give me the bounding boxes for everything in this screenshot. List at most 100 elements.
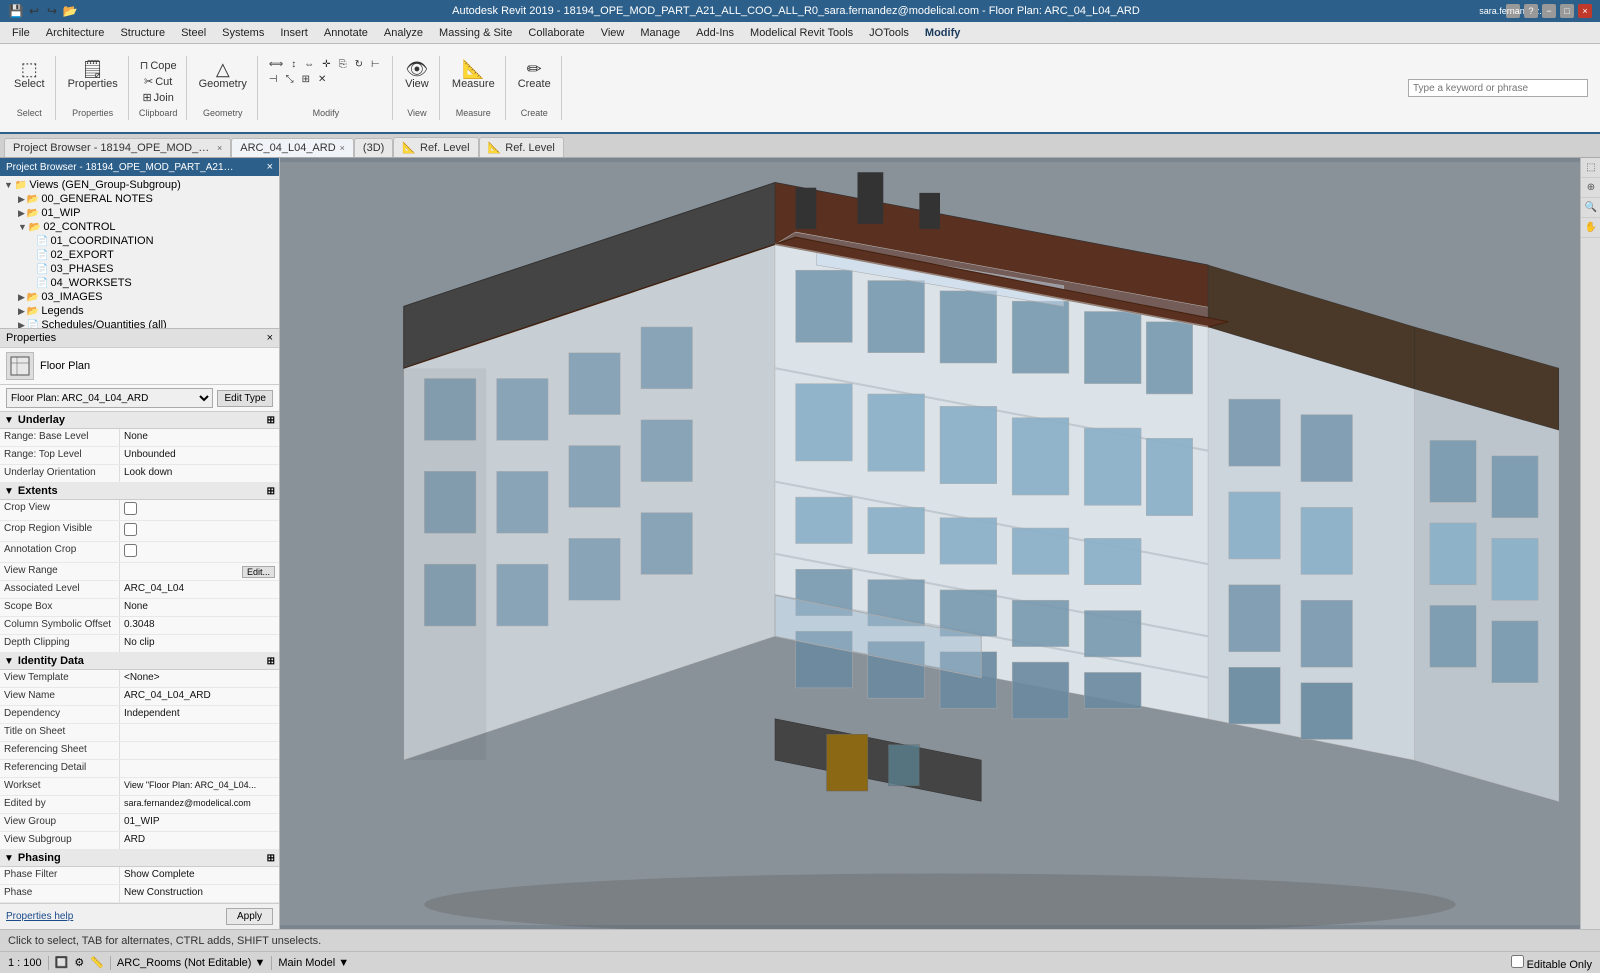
- prop-value[interactable]: 01_WIP: [120, 814, 279, 831]
- prop-value[interactable]: Show Complete: [120, 867, 279, 884]
- view-cube-btn[interactable]: ⬚: [1581, 158, 1600, 178]
- maximize-btn[interactable]: □: [1560, 4, 1574, 18]
- project-browser-close[interactable]: ×: [267, 161, 273, 173]
- editable-only-checkbox[interactable]: Editable Only: [1511, 955, 1593, 971]
- prop-value[interactable]: 0.3048: [120, 617, 279, 634]
- crop-region-visible-checkbox[interactable]: [124, 523, 137, 536]
- tab-project-browser[interactable]: Project Browser - 18194_OPE_MOD_PART_A21…: [4, 138, 231, 157]
- help-btn[interactable]: ?: [1524, 4, 1538, 18]
- tree-legends[interactable]: ▶ 📂 Legends: [2, 304, 277, 318]
- prop-value[interactable]: [120, 742, 279, 759]
- tree-export[interactable]: 📄 02_EXPORT: [2, 248, 277, 262]
- measure-button[interactable]: 📐 Measure: [448, 58, 499, 92]
- menu-structure[interactable]: Structure: [112, 25, 173, 41]
- tree-coordination[interactable]: 📄 01_COORDINATION: [2, 234, 277, 248]
- menu-collaborate[interactable]: Collaborate: [520, 25, 592, 41]
- workset-selector[interactable]: ARC_Rooms (Not Editable) ▼: [117, 957, 265, 969]
- mirror-button[interactable]: ⇔: [301, 58, 317, 71]
- tree-general-notes[interactable]: ▶ 📂 00_GENERAL NOTES: [2, 192, 277, 206]
- prop-value[interactable]: Look down: [120, 465, 279, 482]
- menu-jotools[interactable]: JOTools: [861, 25, 917, 41]
- properties-type-select[interactable]: Floor Plan: ARC_04_L04_ARD: [6, 388, 213, 408]
- quick-access-btn[interactable]: 💾: [8, 3, 24, 19]
- tree-views[interactable]: ▼ 📁 Views (GEN_Group-Subgroup): [2, 178, 277, 192]
- menu-systems[interactable]: Systems: [214, 25, 272, 41]
- apply-button[interactable]: Apply: [226, 908, 273, 925]
- tab-arc04-l04-ard[interactable]: ARC_04_L04_ARD ×: [231, 138, 354, 157]
- zoom-btn[interactable]: 🔍: [1581, 198, 1600, 218]
- rotate-button[interactable]: ↻: [352, 58, 366, 71]
- menu-manage[interactable]: Manage: [632, 25, 688, 41]
- minimize-btn[interactable]: −: [1542, 4, 1556, 18]
- editable-checkbox[interactable]: [1511, 955, 1524, 968]
- split-button[interactable]: ⊣: [266, 73, 281, 86]
- prop-value[interactable]: [120, 760, 279, 777]
- align-button[interactable]: ⟺: [266, 58, 286, 71]
- prop-value[interactable]: None: [120, 429, 279, 446]
- cope-button[interactable]: ⊓ Cope: [137, 58, 180, 73]
- tree-worksets[interactable]: 📄 04_WORKSETS: [2, 276, 277, 290]
- view-range-edit-button[interactable]: Edit...: [242, 566, 275, 578]
- tab-ref-level-2[interactable]: 📐 Ref. Level: [479, 137, 564, 157]
- section-phasing[interactable]: ▼ Phasing ⊞: [0, 850, 279, 867]
- menu-file[interactable]: File: [4, 25, 38, 41]
- prop-value[interactable]: Unbounded: [120, 447, 279, 464]
- prop-value[interactable]: [120, 500, 279, 520]
- delete-button[interactable]: ✕: [315, 73, 329, 86]
- select-button[interactable]: ⬚ Select: [10, 58, 49, 92]
- trim-button[interactable]: ⊢: [368, 58, 383, 71]
- prop-value[interactable]: [120, 542, 279, 562]
- properties-help-link[interactable]: Properties help: [6, 911, 73, 922]
- quick-access-undo[interactable]: ↩: [26, 3, 42, 19]
- tree-wip[interactable]: ▶ 📂 01_WIP: [2, 206, 277, 220]
- cut-button[interactable]: ✂ Cut: [141, 74, 175, 89]
- crop-view-checkbox[interactable]: [124, 502, 137, 515]
- model-selector[interactable]: Main Model ▼: [278, 957, 349, 969]
- offset-button[interactable]: ↕: [288, 58, 299, 71]
- menu-insert[interactable]: Insert: [272, 25, 316, 41]
- properties-button[interactable]: 🗒 Properties: [64, 58, 122, 92]
- array-button[interactable]: ⊞: [299, 73, 313, 86]
- menu-architecture[interactable]: Architecture: [38, 25, 113, 41]
- tab-3d[interactable]: (3D): [354, 138, 393, 157]
- prop-value[interactable]: [120, 724, 279, 741]
- edit-type-button[interactable]: Edit Type: [217, 390, 273, 407]
- close-tab-arc-icon[interactable]: ×: [340, 143, 345, 153]
- view-controls2[interactable]: ⚙: [74, 956, 84, 969]
- prop-value[interactable]: ARC_04_L04_ARD: [120, 688, 279, 705]
- menu-steel[interactable]: Steel: [173, 25, 214, 41]
- menu-modify[interactable]: Modify: [917, 25, 968, 41]
- prop-value[interactable]: New Construction: [120, 885, 279, 902]
- quick-access-redo[interactable]: ↪: [44, 3, 60, 19]
- menu-addins[interactable]: Add-Ins: [688, 25, 742, 41]
- tab-ref-level-1[interactable]: 📐 Ref. Level: [393, 137, 478, 157]
- view-controls3[interactable]: 📏: [90, 956, 104, 969]
- menu-view[interactable]: View: [593, 25, 633, 41]
- join-button[interactable]: ⊞ Join: [139, 90, 176, 105]
- menu-analyze[interactable]: Analyze: [376, 25, 431, 41]
- menu-annotate[interactable]: Annotate: [316, 25, 376, 41]
- tree-phases[interactable]: 📄 03_PHASES: [2, 262, 277, 276]
- view-controls[interactable]: 🔲: [55, 956, 69, 969]
- prop-value[interactable]: No clip: [120, 635, 279, 652]
- menu-modelical[interactable]: Modelical Revit Tools: [742, 25, 861, 41]
- viewport[interactable]: ⬚ ⊕ 🔍 ✋: [280, 158, 1600, 929]
- pan-btn[interactable]: ✋: [1581, 218, 1600, 238]
- prop-value[interactable]: ARD: [120, 832, 279, 849]
- close-btn[interactable]: ×: [1578, 4, 1592, 18]
- quick-access-open[interactable]: 📂: [62, 3, 78, 19]
- tree-images[interactable]: ▶ 📂 03_IMAGES: [2, 290, 277, 304]
- prop-value[interactable]: <None>: [120, 670, 279, 687]
- create-button[interactable]: ✏ Create: [514, 58, 555, 92]
- properties-close-btn[interactable]: ×: [267, 332, 273, 344]
- move-button[interactable]: ✛: [319, 58, 333, 71]
- section-underlay[interactable]: ▼ Underlay ⊞: [0, 412, 279, 429]
- tree-schedules[interactable]: ▶ 📄 Schedules/Quantities (all): [2, 318, 277, 329]
- keyword-search[interactable]: [1408, 79, 1588, 97]
- section-extents[interactable]: ▼ Extents ⊞: [0, 483, 279, 500]
- menu-massing[interactable]: Massing & Site: [431, 25, 520, 41]
- section-identity-data[interactable]: ▼ Identity Data ⊞: [0, 653, 279, 670]
- steering-btn[interactable]: ⊕: [1581, 178, 1600, 198]
- annotation-crop-checkbox[interactable]: [124, 544, 137, 557]
- tree-control[interactable]: ▼ 📂 02_CONTROL: [2, 220, 277, 234]
